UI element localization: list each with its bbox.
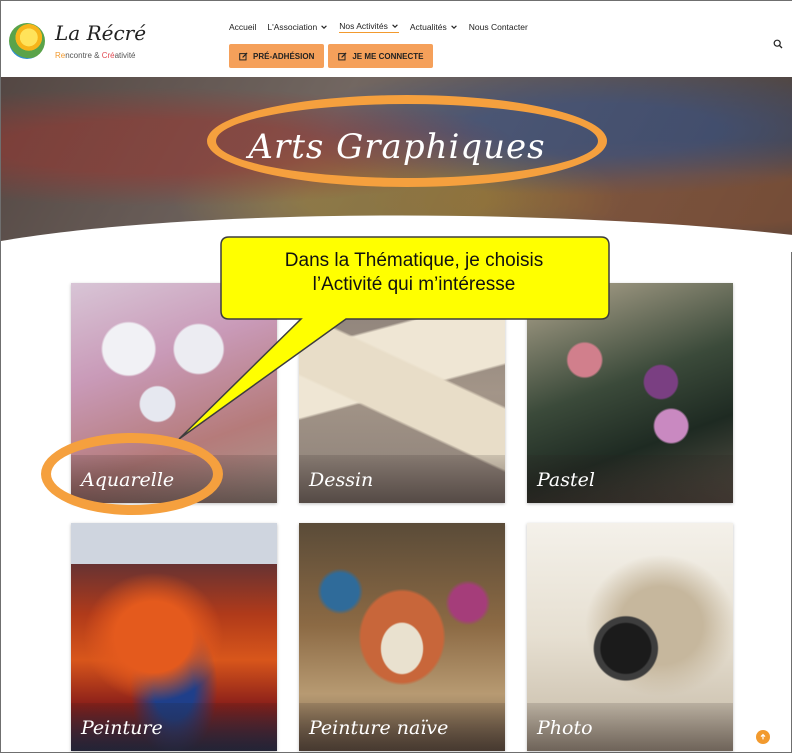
logo-sub-text-2: ativité — [114, 51, 136, 60]
card-label: Dessin — [309, 469, 374, 491]
highlight-ring-title — [207, 95, 607, 187]
preadhesion-button[interactable]: PRÉ-ADHÉSION — [229, 44, 325, 68]
callout-line-2: l’Activité qui m’intéresse — [312, 274, 516, 295]
activity-card-peinture-naive[interactable]: Peinture naïve — [299, 523, 505, 751]
arrow-up-icon — [760, 733, 766, 740]
card-label: Photo — [537, 717, 593, 739]
callout-line-1: Dans la Thématique, je choisis — [284, 250, 544, 271]
activity-card-pastel[interactable]: Pastel — [527, 283, 733, 503]
logo-sub-accent-2: Cré — [101, 51, 115, 60]
chevron-down-icon — [450, 25, 457, 29]
scroll-to-top-button[interactable] — [756, 730, 770, 744]
logo-title[interactable]: La Récré — [55, 21, 146, 45]
card-label: Peinture naïve — [309, 717, 449, 739]
connect-label: JE ME CONNECTE — [352, 51, 424, 61]
nav-item-association[interactable]: L'Association — [267, 22, 328, 32]
callout-text: Dans la Thématique, je choisis l’Activit… — [219, 249, 609, 297]
nav-item-contact[interactable]: Nous Contacter — [469, 22, 528, 32]
activity-card-photo[interactable]: Photo — [527, 523, 733, 751]
hero-wave — [1, 215, 792, 252]
preadhesion-label: PRÉ-ADHÉSION — [253, 51, 315, 61]
connect-button[interactable]: JE ME CONNECTE — [328, 44, 434, 68]
activity-card-dessin[interactable]: Dessin — [299, 283, 505, 503]
nav-item-actualites[interactable]: Actualités — [410, 22, 458, 32]
main-nav: Accueil L'Association Nos Activités Actu… — [229, 19, 528, 35]
activity-card-peinture[interactable]: Peinture — [71, 523, 277, 751]
chevron-down-icon — [392, 24, 398, 28]
site-header: La Récré Rencontre & Créativité Accueil … — [1, 1, 792, 77]
edit-icon — [239, 51, 248, 60]
nav-label: Actualités — [409, 22, 447, 32]
nav-label: Nous Contacter — [468, 22, 528, 32]
logo-sub-accent-1: Re — [55, 51, 66, 60]
chevron-down-icon — [321, 25, 328, 29]
nav-label: Nos Activités — [339, 21, 388, 31]
logo-subtitle: Rencontre & Créativité — [55, 51, 136, 60]
card-label: Peinture — [81, 717, 163, 739]
edit-icon — [338, 51, 347, 60]
nav-label: L'Association — [267, 22, 318, 32]
card-label: Pastel — [537, 469, 595, 491]
nav-item-accueil[interactable]: Accueil — [229, 22, 256, 32]
nav-item-activites[interactable]: Nos Activités — [339, 21, 399, 33]
logo-sun-icon[interactable] — [9, 23, 45, 59]
header-buttons: PRÉ-ADHÉSION JE ME CONNECTE — [229, 44, 434, 68]
nav-label: Accueil — [229, 22, 257, 32]
search-icon[interactable] — [773, 39, 783, 49]
logo-sub-text-1: ncontre & — [65, 51, 102, 60]
highlight-ring-aquarelle — [41, 433, 223, 515]
